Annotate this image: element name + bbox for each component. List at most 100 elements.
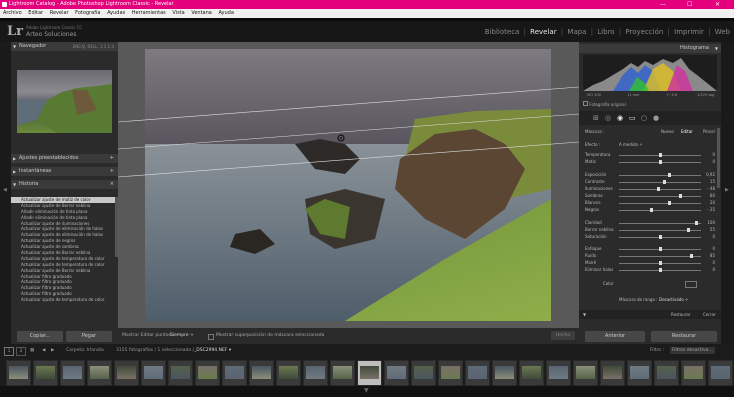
slider-value[interactable]: - 48 (707, 186, 715, 192)
slider-track[interactable] (619, 181, 701, 183)
red-eye-icon[interactable]: ◉ (617, 114, 623, 122)
mask-new-button[interactable]: Nuevo (661, 128, 674, 136)
effect-select[interactable]: A medida ÷ (619, 142, 643, 148)
show-pins-select[interactable]: Siempre ÷ (170, 328, 194, 344)
slider-value[interactable]: 0,92 (706, 172, 715, 178)
filmstrip-thumbnail[interactable] (195, 360, 220, 386)
slider-knob[interactable] (658, 153, 662, 157)
module-web[interactable]: Web (715, 28, 730, 36)
filmstrip-thumbnail[interactable] (384, 360, 409, 386)
slider-track[interactable] (619, 202, 701, 204)
restore-button[interactable]: Restaurar (651, 331, 717, 342)
filmstrip-thumbnail[interactable] (411, 360, 436, 386)
filmstrip-thumbnail[interactable] (465, 360, 490, 386)
spot-removal-icon[interactable]: ◎ (605, 114, 611, 122)
filmstrip-thumbnail[interactable] (357, 360, 382, 386)
slider-track[interactable] (619, 209, 701, 211)
menu-herramientas[interactable]: Herramientas (132, 9, 166, 18)
filmstrip-thumbnail[interactable] (681, 360, 706, 386)
slider-knob[interactable] (668, 201, 672, 205)
crop-tool-icon[interactable]: ⊞ (593, 114, 599, 122)
navigator-header[interactable]: ▼ Navegador ENCAJ. RELL. 1:1 1:4 (11, 42, 118, 51)
history-item[interactable]: Actualizar ajuste de temperatura de colo… (11, 256, 118, 262)
previous-button[interactable]: Anterior (585, 331, 645, 342)
adjustment-brush-icon[interactable]: ● (653, 114, 659, 122)
page-2-button[interactable]: 2 (16, 347, 26, 356)
slider-value[interactable]: 0 (712, 234, 715, 240)
page-1-button[interactable]: 1 (4, 347, 14, 356)
history-header[interactable]: ▼ Historia × (11, 180, 118, 189)
module-libro[interactable]: Libro (597, 28, 614, 36)
filmstrip-thumbnail[interactable] (87, 360, 112, 386)
add-preset-icon[interactable]: + (110, 154, 114, 163)
filmstrip-thumbnail[interactable] (6, 360, 31, 386)
graduated-filter-overlay[interactable] (118, 42, 579, 328)
slider-track[interactable] (619, 188, 701, 190)
slider-value[interactable]: - 25 (707, 207, 715, 213)
slider-knob[interactable] (658, 235, 662, 239)
slider-track[interactable] (619, 222, 701, 224)
module-imprimir[interactable]: Imprimir (674, 28, 704, 36)
original-photo-toggle[interactable]: Fotografía original (583, 101, 626, 107)
slider-knob[interactable] (658, 268, 662, 272)
add-snapshot-icon[interactable]: + (110, 167, 114, 176)
menu-ventana[interactable]: Ventana (191, 9, 212, 18)
filmstrip-thumbnail[interactable] (249, 360, 274, 386)
histogram-chart[interactable] (583, 55, 717, 91)
close-mask-button[interactable]: Cerrar (703, 310, 716, 319)
slider-track[interactable] (619, 195, 701, 197)
left-panel-toggle[interactable]: ◀ (0, 42, 11, 344)
module-biblioteca[interactable]: Biblioteca (485, 28, 520, 36)
module-proyeccion[interactable]: Proyección (625, 28, 663, 36)
slider-value[interactable]: 0 (712, 159, 715, 165)
clear-history-icon[interactable]: × (110, 180, 114, 189)
overlay-checkbox[interactable] (208, 334, 214, 340)
filmstrip-thumbnail[interactable] (114, 360, 139, 386)
filmstrip-thumbnail[interactable] (222, 360, 247, 386)
slider-knob[interactable] (687, 228, 691, 232)
filmstrip-thumbnail[interactable] (708, 360, 733, 386)
slider-value[interactable]: 80 (710, 193, 715, 199)
slider-knob[interactable] (658, 261, 662, 265)
back-arrow-icon[interactable]: ◀ (42, 344, 45, 358)
menu-vista[interactable]: Vista (172, 9, 184, 18)
slider-knob[interactable] (679, 194, 682, 198)
radial-filter-icon[interactable]: ○ (641, 114, 647, 122)
history-item[interactable]: Actualizar ajuste de temperatura de colo… (11, 297, 118, 303)
mask-brush-button[interactable]: Pincel (703, 128, 715, 136)
done-button[interactable]: Hecho (551, 331, 575, 340)
slider-track[interactable] (619, 174, 701, 176)
module-mapa[interactable]: Mapa (567, 28, 586, 36)
filmstrip-thumbnail[interactable] (492, 360, 517, 386)
snapshots-header[interactable]: ▶ Instantáneas + (11, 167, 118, 176)
graduated-filter-icon[interactable]: ▭ (629, 114, 636, 122)
slider-knob[interactable] (689, 254, 693, 258)
filter-select[interactable]: Filtros desactiva... (670, 347, 715, 354)
bottom-panel-toggle[interactable]: ▼ (0, 386, 734, 397)
filmstrip-thumbnail[interactable] (330, 360, 355, 386)
original-checkbox[interactable] (583, 101, 588, 106)
filmstrip-thumbnail[interactable] (168, 360, 193, 386)
slider-value[interactable]: 0 (712, 152, 715, 158)
color-swatch[interactable] (685, 281, 697, 288)
slider-knob[interactable] (668, 173, 672, 177)
copy-button[interactable]: Copiar... (17, 331, 63, 342)
filmstrip-thumbnail[interactable] (60, 360, 85, 386)
right-scrollbar[interactable] (717, 128, 720, 188)
menu-revelar[interactable]: Revelar (50, 9, 69, 18)
current-file[interactable]: _DSC2994.NEF ▾ (194, 344, 231, 358)
navigator-zoom-tabs[interactable]: ENCAJ. RELL. 1:1 1:4 (73, 42, 114, 51)
navigator-preview[interactable] (17, 70, 112, 133)
slider-value[interactable]: 15 (710, 179, 715, 185)
filmstrip-thumbnail[interactable] (654, 360, 679, 386)
slider-knob[interactable] (695, 221, 699, 225)
module-revelar[interactable]: Revelar (530, 28, 556, 36)
close-button[interactable]: ✕ (715, 0, 720, 9)
filmstrip-thumbnail[interactable] (627, 360, 652, 386)
right-panel-toggle[interactable]: ▶ (721, 42, 734, 344)
filmstrip-thumbnail[interactable] (600, 360, 625, 386)
history-item[interactable]: Actualizar ajuste de temperatura de colo… (11, 262, 118, 268)
slider-knob[interactable] (662, 180, 666, 184)
menu-editar[interactable]: Editar (28, 9, 43, 18)
slider-value[interactable]: 0 (712, 246, 715, 252)
